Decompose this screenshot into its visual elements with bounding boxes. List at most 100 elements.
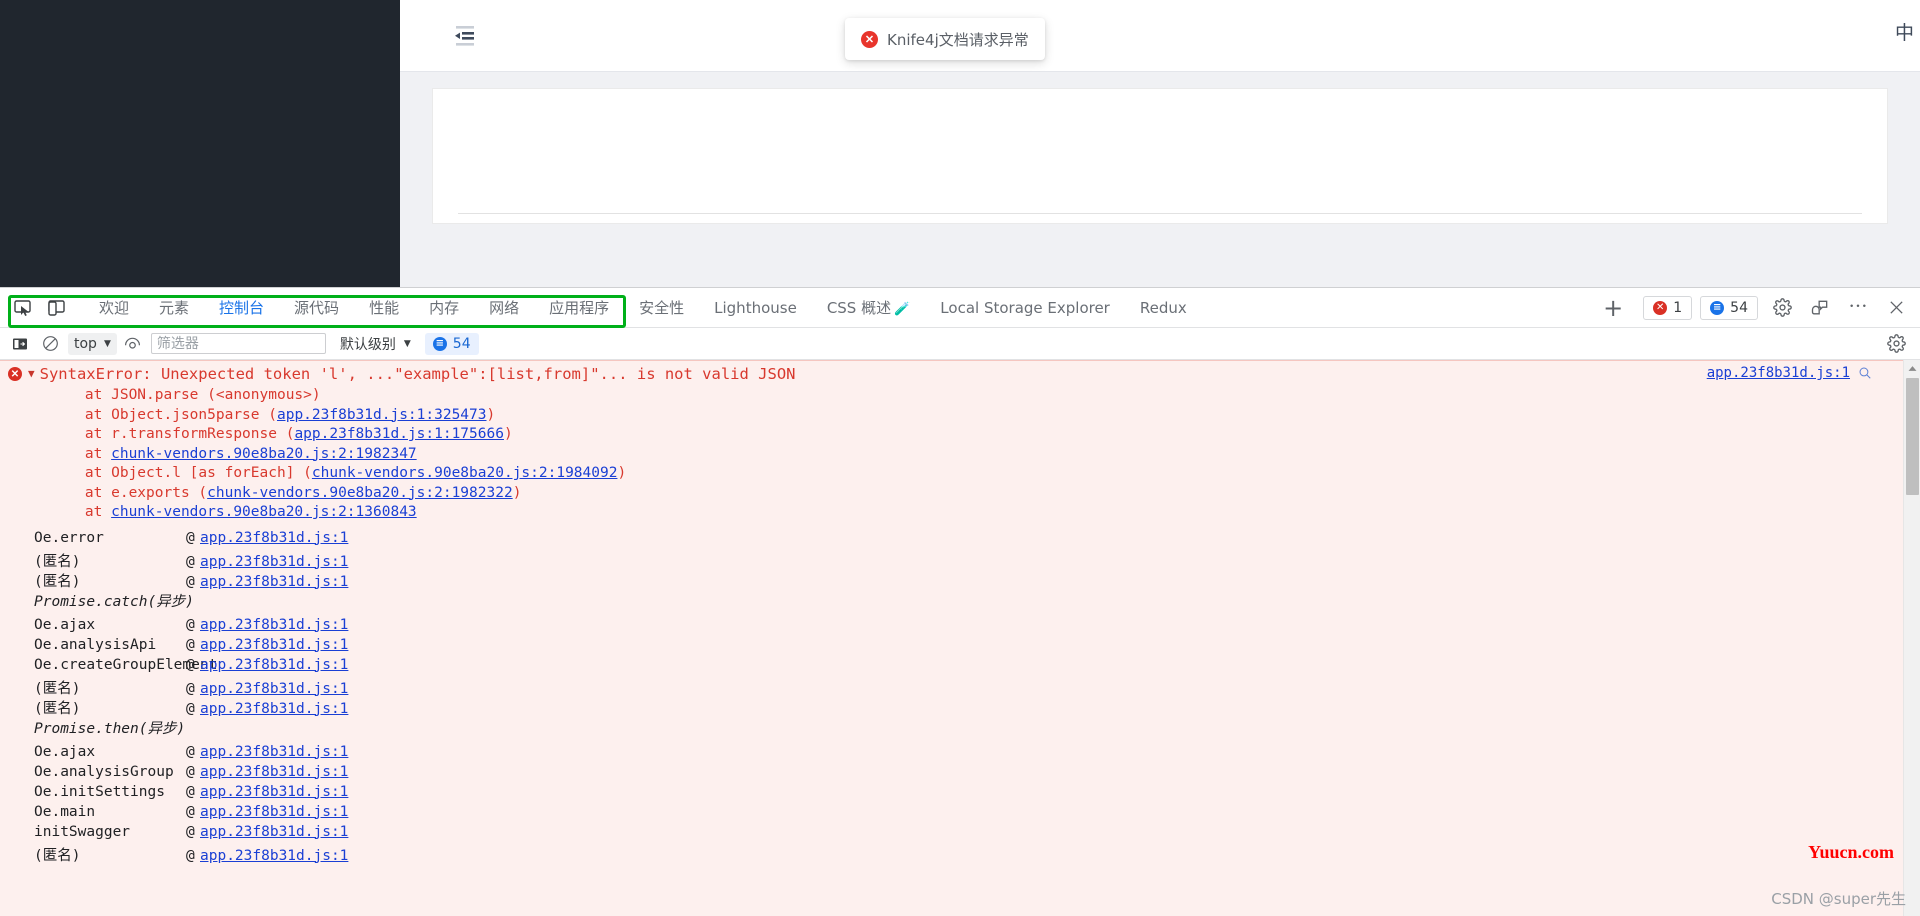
devtools-tab-9[interactable]: Lighthouse xyxy=(699,288,812,328)
stack-frame-name: Oe.ajax xyxy=(34,617,186,633)
devtools-tab-12[interactable]: Redux xyxy=(1125,288,1202,328)
stack-frame-row: Oe.analysisApi@app.23f8b31d.js:1 xyxy=(0,637,1920,657)
devtools-tab-3[interactable]: 源代码 xyxy=(279,288,354,328)
message-badge-icon: ≡ xyxy=(433,337,447,351)
close-devtools-icon[interactable] xyxy=(1882,294,1910,322)
expand-toggle-icon[interactable]: ▼ xyxy=(28,367,35,381)
stack-frame-name: Oe.initSettings xyxy=(34,784,186,800)
log-level-selector[interactable]: 默认级别 ▼ xyxy=(336,333,415,355)
stack-trace-link[interactable]: chunk-vendors.90e8ba20.js:2:1984092 xyxy=(312,465,618,481)
error-toast-notification[interactable]: ✕ Knife4j文档请求异常 xyxy=(845,18,1045,60)
more-options-glyph: ⋯ xyxy=(1848,298,1867,317)
stack-frame-link[interactable]: app.23f8b31d.js:1 xyxy=(200,617,348,633)
devtools-tab-2[interactable]: 控制台 xyxy=(204,288,279,328)
stack-frame-at-symbol: @ xyxy=(186,574,200,590)
stack-frame-row: Oe.main@app.23f8b31d.js:1 xyxy=(0,804,1920,824)
devtools-tab-label: CSS 概述 xyxy=(827,299,891,317)
stack-frame-link[interactable]: app.23f8b31d.js:1 xyxy=(200,701,348,717)
stack-frame-link[interactable]: app.23f8b31d.js:1 xyxy=(200,530,348,546)
error-circle-icon: ✕ xyxy=(8,367,22,381)
stack-frame-link[interactable]: app.23f8b31d.js:1 xyxy=(200,657,348,673)
stack-trace-line: at chunk-vendors.90e8ba20.js:2:1360843 xyxy=(0,503,1920,523)
message-count-label: 54 xyxy=(1730,300,1748,316)
inspect-element-icon[interactable] xyxy=(10,295,36,321)
menu-fold-icon[interactable] xyxy=(448,18,482,52)
error-count-chip[interactable]: ✕ 1 xyxy=(1643,296,1692,320)
console-stack-trace: at JSON.parse (<anonymous>) at Object.js… xyxy=(0,386,1920,523)
scrollbar-thumb[interactable] xyxy=(1906,378,1919,495)
console-scrollbar[interactable] xyxy=(1903,360,1920,916)
stack-frame-at-symbol: @ xyxy=(186,744,200,760)
stack-frame-name: Oe.analysisApi xyxy=(34,637,186,653)
live-expression-icon[interactable] xyxy=(121,332,145,356)
stack-frame-row: initSwagger@app.23f8b31d.js:1 xyxy=(0,824,1920,844)
devtools-tab-1[interactable]: 元素 xyxy=(144,288,204,328)
error-circle-icon: ✕ xyxy=(861,31,878,48)
stack-frame-name: (匿名) xyxy=(34,697,186,718)
stack-frame-link[interactable]: app.23f8b31d.js:1 xyxy=(200,848,348,864)
devtools-tab-list: 欢迎元素控制台源代码性能内存网络应用程序安全性LighthouseCSS 概述🧪… xyxy=(84,288,1591,328)
message-count-chip[interactable]: ≡ 54 xyxy=(1700,296,1758,320)
devtools-tab-label: 欢迎 xyxy=(99,299,129,317)
console-filter-input[interactable] xyxy=(151,333,326,354)
stack-trace-line: at Object.l [as forEach] (chunk-vendors.… xyxy=(0,464,1920,484)
stack-trace-link[interactable]: app.23f8b31d.js:1:325473 xyxy=(277,407,487,423)
devtools-tab-4[interactable]: 性能 xyxy=(354,288,414,328)
stack-frame-link[interactable]: app.23f8b31d.js:1 xyxy=(200,804,348,820)
stack-frame-at-symbol: @ xyxy=(186,617,200,633)
stack-trace-link[interactable]: app.23f8b31d.js:1:175666 xyxy=(294,426,504,442)
device-toolbar-icon[interactable] xyxy=(44,295,70,321)
console-message-count-label: 54 xyxy=(453,336,471,352)
console-message-list[interactable]: ✕ ▼ SyntaxError: Unexpected token 'l', .… xyxy=(0,360,1920,916)
language-switch-button[interactable]: 中 xyxy=(1895,16,1914,50)
stack-frame-link[interactable]: app.23f8b31d.js:1 xyxy=(200,574,348,590)
console-sidebar-icon[interactable] xyxy=(8,332,32,356)
stack-frame-link[interactable]: app.23f8b31d.js:1 xyxy=(200,764,348,780)
stack-trace-line: at r.transformResponse (app.23f8b31d.js:… xyxy=(0,425,1920,445)
stack-trace-line: at JSON.parse (<anonymous>) xyxy=(0,386,1920,406)
content-card xyxy=(432,88,1888,224)
stack-frame-link[interactable]: app.23f8b31d.js:1 xyxy=(200,784,348,800)
error-source-location: app.23f8b31d.js:1 xyxy=(1707,365,1872,381)
console-settings-icon[interactable] xyxy=(1884,332,1908,356)
devtools-tab-8[interactable]: 安全性 xyxy=(624,288,699,328)
stack-trace-link[interactable]: chunk-vendors.90e8ba20.js:2:1982322 xyxy=(207,485,513,501)
stack-frame-link[interactable]: app.23f8b31d.js:1 xyxy=(200,744,348,760)
stack-frame-at-symbol: @ xyxy=(186,824,200,840)
stack-trace-link[interactable]: chunk-vendors.90e8ba20.js:2:1982347 xyxy=(111,446,417,462)
app-header: 中 xyxy=(400,0,1920,72)
console-frame-list: Oe.error@app.23f8b31d.js:1(匿名)@app.23f8b… xyxy=(0,530,1920,864)
search-in-source-icon[interactable] xyxy=(1858,366,1872,380)
devtools-tab-6[interactable]: 网络 xyxy=(474,288,534,328)
customize-devtools-icon[interactable] xyxy=(1806,294,1834,322)
stack-frame-link[interactable]: app.23f8b31d.js:1 xyxy=(200,824,348,840)
error-source-link[interactable]: app.23f8b31d.js:1 xyxy=(1707,365,1850,381)
stack-frame-link[interactable]: app.23f8b31d.js:1 xyxy=(200,554,348,570)
console-error-headline[interactable]: ✕ ▼ SyntaxError: Unexpected token 'l', .… xyxy=(0,361,1920,386)
browser-viewport: 中 ✕ Knife4j文档请求异常 xyxy=(0,0,1920,287)
page-dark-sidebar xyxy=(0,0,400,287)
devtools-tab-11[interactable]: Local Storage Explorer xyxy=(925,288,1125,328)
stack-frame-row: Oe.createGroupElement@app.23f8b31d.js:1 xyxy=(0,657,1920,677)
stack-frame-at-symbol: @ xyxy=(186,804,200,820)
devtools-tab-5[interactable]: 内存 xyxy=(414,288,474,328)
stack-trace-link[interactable]: chunk-vendors.90e8ba20.js:2:1360843 xyxy=(111,504,417,520)
add-panel-button[interactable]: + xyxy=(1591,296,1635,320)
more-options-icon[interactable]: ⋯ xyxy=(1844,294,1872,322)
devtools-tab-10[interactable]: CSS 概述🧪 xyxy=(812,288,925,328)
settings-gear-icon[interactable] xyxy=(1768,294,1796,322)
stack-frame-at-symbol: @ xyxy=(186,681,200,697)
stack-frame-row: Oe.ajax@app.23f8b31d.js:1 xyxy=(0,744,1920,764)
devtools-tab-0[interactable]: 欢迎 xyxy=(84,288,144,328)
console-message-count-chip[interactable]: ≡ 54 xyxy=(425,333,479,355)
stack-frame-link[interactable]: app.23f8b31d.js:1 xyxy=(200,637,348,653)
chevron-down-icon: ▼ xyxy=(404,339,411,349)
devtools-tab-7[interactable]: 应用程序 xyxy=(534,288,624,328)
execution-context-selector[interactable]: top ▼ xyxy=(68,333,117,355)
scrollbar-up-arrow[interactable] xyxy=(1904,360,1920,377)
stack-frame-at-symbol: @ xyxy=(186,701,200,717)
stack-frame-at-symbol: @ xyxy=(186,848,200,864)
clear-console-icon[interactable] xyxy=(38,332,62,356)
console-error-group: ✕ ▼ SyntaxError: Unexpected token 'l', .… xyxy=(0,360,1920,523)
stack-frame-link[interactable]: app.23f8b31d.js:1 xyxy=(200,681,348,697)
